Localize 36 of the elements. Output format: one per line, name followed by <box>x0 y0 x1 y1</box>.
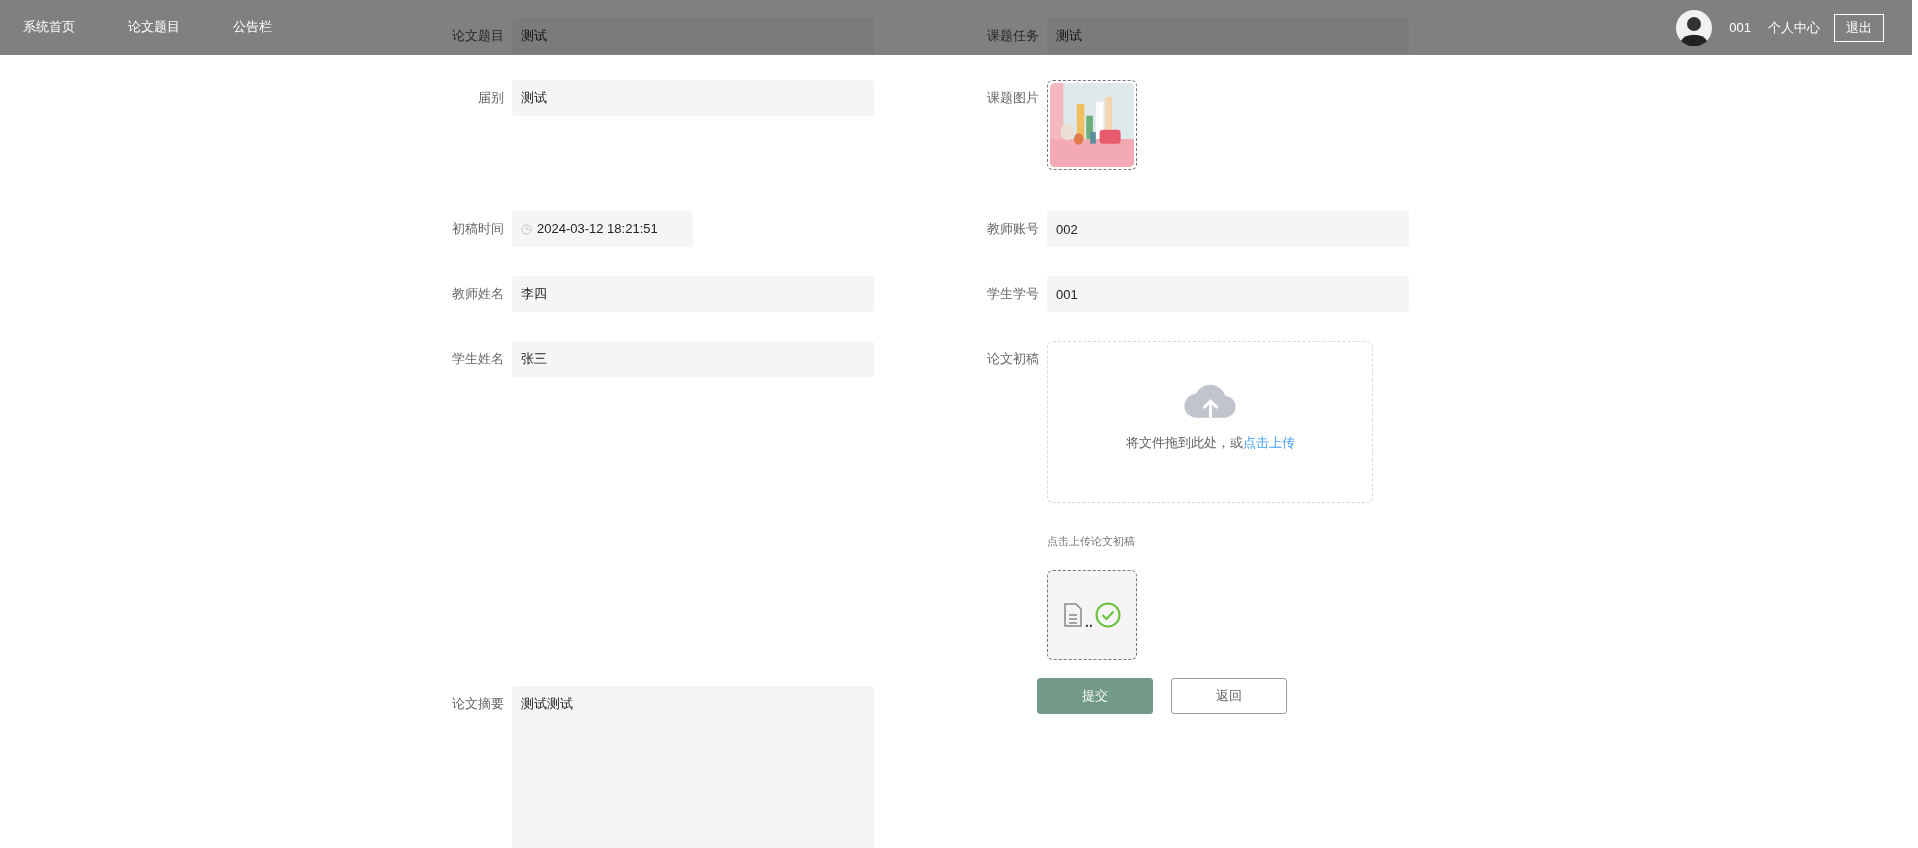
text-field[interactable]: 测试 <box>512 18 874 54</box>
nav-link[interactable]: 系统首页 <box>23 16 75 37</box>
field-label: 教师账号 <box>987 221 1039 236</box>
uploaded-file-thumbnail[interactable]: .. <box>1047 570 1137 660</box>
user-account: 001 <box>1729 18 1751 37</box>
field-label: 论文摘要 <box>452 696 504 711</box>
text-field[interactable]: 测试 <box>1047 18 1409 54</box>
date-time-field[interactable]: 2024-03-12 18:21:51 <box>512 211 693 247</box>
text-field[interactable]: 张三 <box>512 341 874 377</box>
logout-button[interactable]: 退出 <box>1834 13 1884 42</box>
field-label: 学生学号 <box>987 286 1039 301</box>
check-circle-icon <box>1094 602 1121 628</box>
field-label: 初稿时间 <box>452 221 504 236</box>
document-icon <box>1063 603 1084 627</box>
upload-hint: 点击上传论文初稿 <box>1047 534 1136 548</box>
field-label: 论文初稿 <box>987 351 1039 366</box>
back-button[interactable]: 返回 <box>1171 678 1287 714</box>
text-field[interactable]: 002 <box>1047 211 1409 247</box>
profile-link[interactable]: 个人中心 <box>1768 17 1820 38</box>
upload-drop-area[interactable]: 将文件拖到此处，或点击上传 <box>1047 341 1373 503</box>
file-name: .. <box>1085 613 1093 632</box>
field-label: 届别 <box>478 90 504 105</box>
abstract-field[interactable]: 测试测试 <box>512 686 874 848</box>
field-label: 课题图片 <box>987 90 1039 105</box>
text-field[interactable]: 李四 <box>512 276 874 312</box>
nav-link[interactable]: 论文题目 <box>128 16 180 37</box>
field-label: 课题任务 <box>987 28 1039 43</box>
field-label: 论文题目 <box>452 28 504 43</box>
field-label: 学生姓名 <box>452 351 504 366</box>
text-field[interactable]: 测试 <box>512 80 874 116</box>
text-field[interactable]: 001 <box>1047 276 1409 312</box>
upload-instruction: 将文件拖到此处，或点击上传 <box>1125 435 1295 452</box>
avatar-icon[interactable] <box>1676 9 1713 46</box>
field-label: 教师姓名 <box>452 286 504 301</box>
clock-icon <box>521 223 532 235</box>
nav-link[interactable]: 公告栏 <box>233 16 272 37</box>
